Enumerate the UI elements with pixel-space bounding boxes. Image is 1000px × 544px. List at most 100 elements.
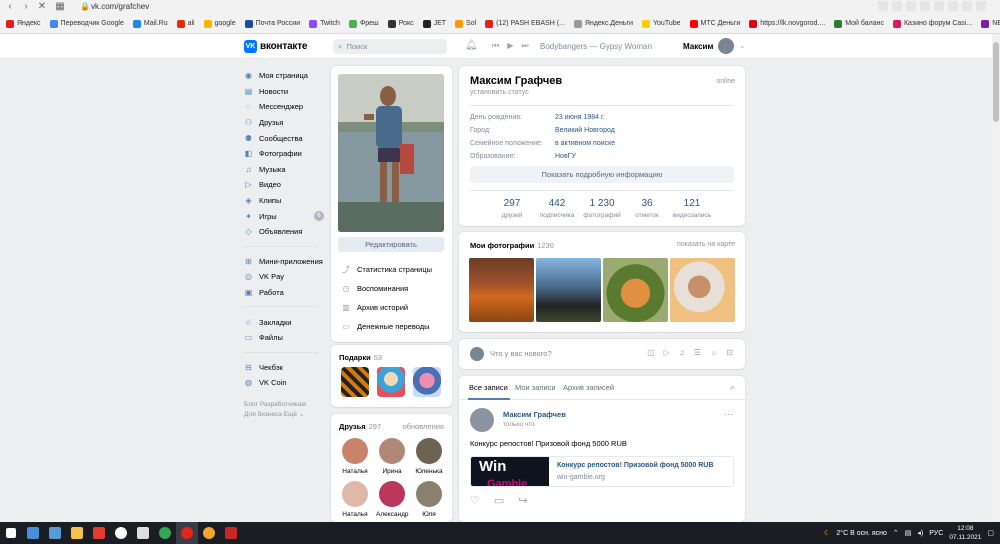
back-icon[interactable]: ‹ <box>4 1 16 13</box>
edit-profile-button[interactable]: Редактировать <box>338 237 444 252</box>
photo-thumbnail[interactable] <box>603 258 668 322</box>
article-icon[interactable]: ☰ <box>694 348 701 357</box>
like-icon[interactable]: ♡ <box>470 494 480 507</box>
sidebar-item[interactable]: ◈ Клипы <box>244 193 326 209</box>
photo-thumbnail[interactable] <box>670 258 735 322</box>
extension-icon[interactable] <box>948 1 958 11</box>
gift-box-icon[interactable] <box>413 367 441 397</box>
more-options-icon[interactable]: ··· <box>724 409 733 419</box>
sidebar-item[interactable]: ◧ Фотографии <box>244 146 326 162</box>
extension-icon[interactable] <box>878 1 888 11</box>
sidebar-item[interactable]: ♫ Музыка <box>244 162 326 178</box>
taskbar-app-icon[interactable] <box>176 522 198 544</box>
weather-text[interactable]: 2°C В осн. ясно <box>836 530 887 537</box>
friends-header[interactable]: Друзья 297 <box>339 422 381 431</box>
sidebar-item[interactable]: ▭ Файлы <box>244 330 326 346</box>
friend-item[interactable]: Наталья <box>339 481 371 518</box>
menu-icon[interactable] <box>976 1 986 11</box>
page-scrollbar[interactable] <box>992 34 1000 522</box>
set-status-link[interactable]: установить статус <box>470 89 529 96</box>
notifications-icon[interactable]: ▢ <box>987 529 994 537</box>
search-icon[interactable]: ⌕ <box>730 382 735 393</box>
sidebar-item[interactable]: ▣ Работа <box>244 285 326 301</box>
sidebar-item[interactable]: ◍ VK Coin <box>244 375 326 391</box>
lock-icon[interactable]: ⊡ <box>726 348 733 357</box>
bookmark-item[interactable]: Мой баланс <box>834 19 884 28</box>
tab-all-posts[interactable]: Все записи <box>469 383 508 392</box>
sidebar-item[interactable]: ◇ Объявления <box>244 224 326 240</box>
friend-item[interactable]: Александр <box>376 481 409 518</box>
bookmark-item[interactable]: Почта России <box>244 19 300 28</box>
share-icon[interactable]: ↪ <box>518 494 527 507</box>
info-value[interactable]: в активном поиске <box>555 140 615 147</box>
bookmark-item[interactable]: Казино форум Casi... <box>892 19 972 28</box>
bookmark-item[interactable]: Яндекс <box>6 19 41 28</box>
link-attachment[interactable]: Win Gamble Конкурс репостов! Призовой фон… <box>470 456 734 487</box>
info-value[interactable]: 23 июня 1984 г. <box>555 114 605 121</box>
user-menu[interactable]: Максим ⌄ <box>683 38 745 54</box>
sidebar-item[interactable]: ⊟ Чекбэк <box>244 360 326 376</box>
bookmark-item[interactable]: Twitch <box>309 19 340 28</box>
extension-icon[interactable] <box>906 1 916 11</box>
comment-icon[interactable]: ▭ <box>494 494 504 507</box>
taskbar-app-icon[interactable] <box>66 522 88 544</box>
profile-link[interactable]: ◷ Воспоминания <box>341 279 432 298</box>
extension-icon[interactable] <box>892 1 902 11</box>
tab-my-posts[interactable]: Мои записи <box>515 383 556 392</box>
link-title[interactable]: Конкурс репостов! Призовой фонд 5000 RUB <box>557 462 713 469</box>
show-more-info-button[interactable]: Показать подробную информацию <box>470 166 734 183</box>
stop-icon[interactable]: ✕ <box>36 1 48 13</box>
address-bar[interactable]: 🔒vk.com/grafchev <box>80 1 920 13</box>
gift-cake-icon[interactable] <box>377 367 405 397</box>
lightbulb-icon[interactable]: ☼ <box>710 348 717 357</box>
taskbar-app-icon[interactable] <box>132 522 154 544</box>
camera-icon[interactable]: ◫ <box>647 348 655 357</box>
sidebar-item[interactable]: ⚇ Друзья <box>244 115 326 131</box>
tray-chevron-icon[interactable]: ⌃ <box>893 529 899 537</box>
tab-archive[interactable]: Архив записей <box>563 383 614 392</box>
next-track-icon[interactable]: ⏭ <box>521 41 528 51</box>
play-icon[interactable]: ▶ <box>507 41 513 51</box>
bookmark-item[interactable]: JET <box>422 19 446 28</box>
friend-item[interactable]: Юля <box>413 481 445 518</box>
start-button[interactable] <box>0 522 22 544</box>
taskbar-app-icon[interactable] <box>110 522 132 544</box>
info-value[interactable]: Великий Новгород <box>555 127 615 134</box>
tabs-grid-icon[interactable]: ▦ <box>54 1 66 13</box>
post-author[interactable]: Максим Графчев <box>503 410 566 419</box>
bookmark-item[interactable]: МТС Деньги <box>689 19 740 28</box>
sidebar-item[interactable]: ⊞ Мини-приложения <box>244 254 326 270</box>
bookmark-item[interactable]: ali <box>176 19 195 28</box>
volume-icon[interactable]: ◂) <box>917 529 923 537</box>
bookmark-item[interactable]: (12) PASH EBASH (... <box>485 19 565 28</box>
footer-links-row[interactable]: Блог Разработчикам <box>244 400 326 410</box>
clock[interactable]: 12:08 07.11.2021 <box>949 524 981 542</box>
taskbar-app-icon[interactable] <box>220 522 242 544</box>
photos-header[interactable]: Мои фотографии 1230 <box>470 241 554 250</box>
info-value[interactable]: НовГУ <box>555 153 576 160</box>
post-input[interactable]: Что у вас нового? <box>490 349 552 358</box>
friends-updates-link[interactable]: обновления <box>402 422 444 431</box>
profile-counter[interactable]: 297 друзей <box>490 198 535 219</box>
scrollbar-thumb[interactable] <box>993 42 999 122</box>
sidebar-item[interactable]: ⚉ Сообщества <box>244 130 326 146</box>
bookmark-item[interactable]: Яндекс.Деньги <box>573 19 633 28</box>
forward-icon[interactable]: › <box>20 1 32 13</box>
extension-icon[interactable] <box>962 1 972 11</box>
taskbar-app-icon[interactable] <box>154 522 176 544</box>
notifications-bell-icon[interactable]: 🔔︎ <box>465 40 478 51</box>
photo-thumbnail[interactable] <box>536 258 601 322</box>
language-indicator[interactable]: РУС <box>929 530 943 537</box>
taskbar-app-icon[interactable] <box>44 522 66 544</box>
taskbar-app-icon[interactable] <box>88 522 110 544</box>
friend-item[interactable]: Юленька <box>413 438 445 475</box>
music-icon[interactable]: ♫ <box>679 348 685 357</box>
search-input[interactable]: ⌕ Поиск <box>333 39 447 54</box>
bookmark-item[interactable]: Фреш <box>348 19 379 28</box>
sidebar-item[interactable]: ☆ Закладки <box>244 314 326 330</box>
video-icon[interactable]: ▷ <box>664 348 670 357</box>
show-on-map-link[interactable]: показать на карте <box>677 241 735 248</box>
sidebar-item[interactable]: ✦ Игры 6 <box>244 208 326 224</box>
bookmark-item[interactable]: Переводчик Google <box>49 19 124 28</box>
bookmark-item[interactable]: NETELLER » Панель... <box>981 19 1000 28</box>
